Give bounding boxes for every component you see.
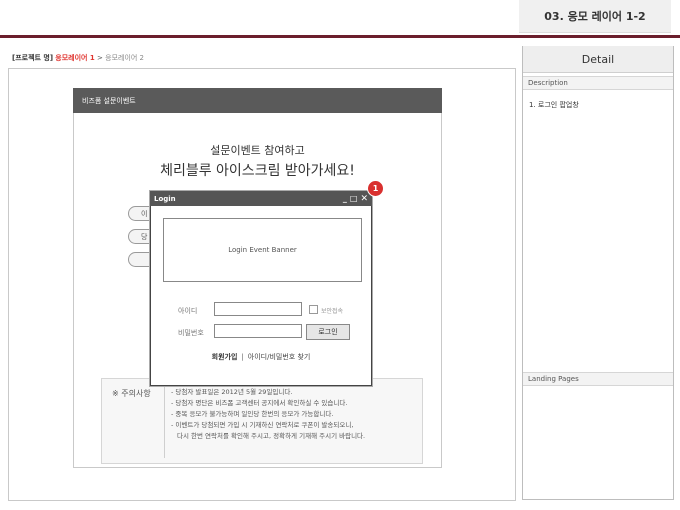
breadcrumb-project: [프로젝트 명]: [12, 54, 54, 62]
event-intro-line1: 설문이벤트 참여하고: [210, 144, 305, 157]
find-account-link[interactable]: 아이디/비밀번호 찾기: [248, 353, 311, 361]
caution-line: - 중복 응모가 불가능하며 일인당 한번의 응모가 가능합니다.: [171, 410, 334, 418]
breadcrumb-next[interactable]: 응모레이어 2: [105, 54, 144, 62]
caution-line: 다시 한번 연락처를 확인해 주시고, 정확하게 기재해 주시기 바랍니다.: [177, 432, 366, 440]
page-code-title: 03. 응모 레이어 1-2: [519, 0, 671, 33]
caution-list: - 당첨자 발표일은 2012년 5월 29일입니다. - 당첨자 명단은 비즈…: [171, 387, 365, 442]
description-header: Description: [523, 76, 673, 90]
detail-panel-title: Detail: [523, 46, 673, 73]
login-event-banner[interactable]: Login Event Banner: [163, 218, 362, 282]
description-item: 1. 로그인 팝업창: [529, 101, 579, 109]
close-icon[interactable]: ✕: [360, 194, 368, 204]
minimize-icon[interactable]: _: [343, 194, 347, 203]
breadcrumb: [프로젝트 명] 응모레이어 1 > 응모레이어 2: [12, 53, 144, 63]
secure-login-label: 보안접속: [321, 308, 344, 315]
breadcrumb-separator: >: [94, 54, 106, 62]
landing-pages-header: Landing Pages: [523, 372, 673, 386]
event-form-header: 비즈폼 설문이벤트: [73, 88, 442, 113]
id-label: 아이디: [178, 307, 198, 315]
password-input[interactable]: [214, 324, 302, 338]
caution-line: - 이벤트가 당첨되면 가입 시 기재하신 연락처로 쿠폰이 발송되오니,: [171, 421, 354, 429]
login-popup-title: Login: [154, 194, 176, 203]
secure-login-checkbox[interactable]: [309, 305, 318, 314]
login-button[interactable]: 로그인: [306, 324, 350, 340]
login-links: 회원가입 | 아이디/비밀번호 찾기: [150, 352, 372, 362]
caution-label: ※ 주의사항: [112, 389, 151, 398]
id-input[interactable]: [214, 302, 302, 316]
window-controls: _ □ ✕: [343, 191, 368, 206]
join-link[interactable]: 회원가입: [212, 353, 238, 361]
annotation-badge: 1: [367, 180, 384, 197]
caution-line: - 당첨자 명단은 비즈폼 고객센터 공지에서 확인하실 수 있습니다.: [171, 399, 348, 407]
caution-line: - 당첨자 발표일은 2012년 5월 29일입니다.: [171, 388, 293, 396]
maximize-icon[interactable]: □: [350, 194, 358, 203]
event-intro-line2: 체리블루 아이스크림 받아가세요!: [160, 163, 355, 179]
caution-divider: [164, 384, 165, 458]
link-separator: |: [241, 353, 244, 361]
breadcrumb-current[interactable]: 응모레이어 1: [55, 54, 95, 62]
header-divider: [0, 35, 680, 38]
login-popup-titlebar[interactable]: Login _ □ ✕: [150, 191, 372, 206]
password-label: 비밀번호: [178, 329, 204, 337]
detail-panel: [522, 46, 674, 500]
